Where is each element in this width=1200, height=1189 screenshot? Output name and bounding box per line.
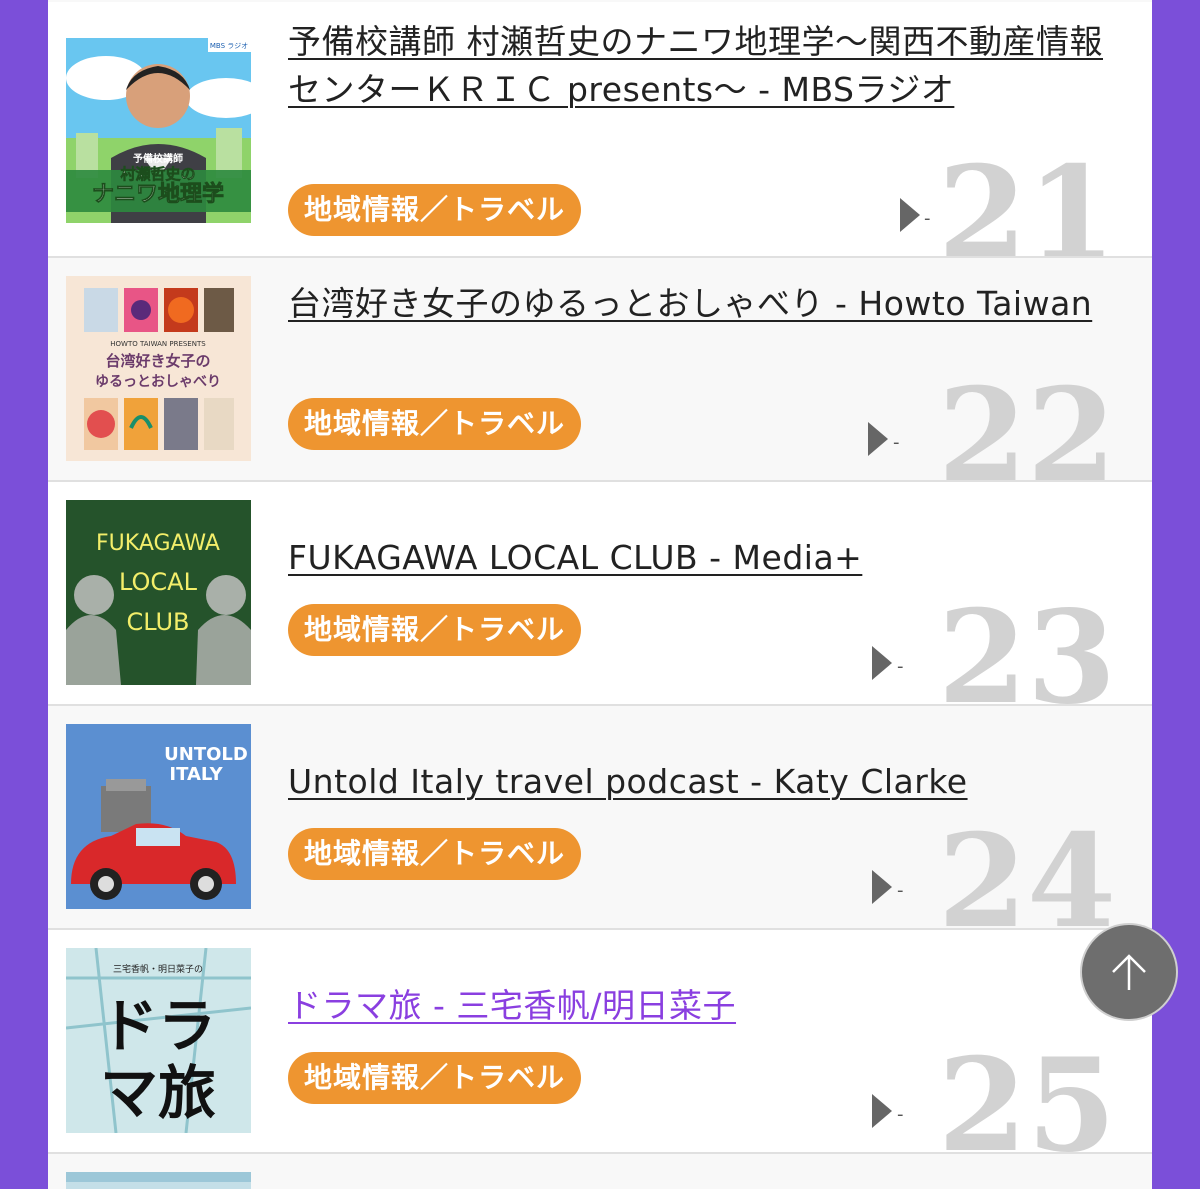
back-to-top-button[interactable] xyxy=(1080,923,1178,1021)
artwork-title-line1: 台湾好き女子の xyxy=(105,352,210,370)
duration-text: - xyxy=(924,208,931,229)
ranking-item-next[interactable] xyxy=(48,1154,1152,1189)
ranking-item-25[interactable]: 三宅香帆・明日菜子の ドラ マ旅 ドラマ旅 - 三宅香帆/明日菜子 地域情報／ト… xyxy=(48,930,1152,1154)
arrow-up-icon xyxy=(1112,954,1146,990)
duration-text: - xyxy=(897,656,904,677)
rank-number: 23 xyxy=(937,583,1116,706)
play-icon[interactable] xyxy=(872,870,892,904)
podcast-title-link[interactable]: Untold Italy travel podcast - Katy Clark… xyxy=(288,758,1122,806)
artwork-title-line2: ITALY xyxy=(169,764,223,785)
artwork-title-line2: LOCAL xyxy=(119,568,198,596)
podcast-title-link[interactable]: 予備校講師 村瀬哲史のナニワ地理学〜関西不動産情報センターＫＲＩＣ presen… xyxy=(288,18,1122,114)
artwork-small-text: 予備校講師 xyxy=(133,152,183,165)
ranking-list: 20 予備校講師 村瀬哲史の ナニワ地理学 MBS ラジオ xyxy=(48,0,1152,1189)
rank-number: 22 xyxy=(937,361,1116,482)
podcast-artwork[interactable]: 予備校講師 村瀬哲史の ナニワ地理学 MBS ラジオ xyxy=(66,38,251,223)
ranking-item-23[interactable]: FUKAGAWA LOCAL CLUB FUKAGAWA LOCAL CLUB … xyxy=(48,482,1152,706)
rank-number: 21 xyxy=(937,139,1116,258)
play-icon[interactable] xyxy=(872,646,892,680)
podcast-title-link[interactable]: ドラマ旅 - 三宅香帆/明日菜子 xyxy=(288,982,1122,1030)
podcast-artwork[interactable]: HOWTO TAIWAN PRESENTS 台湾好き女子の ゆるっとおしゃべり xyxy=(66,276,251,461)
artwork-badge: MBS ラジオ xyxy=(210,42,248,50)
category-tag[interactable]: 地域情報／トラベル xyxy=(288,184,582,236)
duration-text: - xyxy=(893,432,900,453)
podcast-artwork[interactable]: 三宅香帆・明日菜子の ドラ マ旅 xyxy=(66,948,251,1133)
artwork-title-line2: マ旅 xyxy=(100,1059,216,1127)
artwork-small-text: 三宅香帆・明日菜子の xyxy=(113,963,203,975)
artwork-title-line1: FUKAGAWA xyxy=(96,531,220,556)
artwork-title-line2: ゆるっとおしゃべり xyxy=(95,374,221,390)
podcast-artwork[interactable]: FUKAGAWA LOCAL CLUB xyxy=(66,500,251,685)
category-tag[interactable]: 地域情報／トラベル xyxy=(288,1052,582,1104)
artwork-title-line1: ドラ xyxy=(100,992,216,1060)
artwork-title-line3: CLUB xyxy=(127,608,190,636)
artwork-title-line1: 村瀬哲史の xyxy=(120,165,195,183)
artwork-title-line2: ナニワ地理学 xyxy=(92,181,224,207)
artwork-title-line1: UNTOLD xyxy=(164,744,248,765)
category-tag[interactable]: 地域情報／トラベル xyxy=(288,398,582,450)
category-tag[interactable]: 地域情報／トラベル xyxy=(288,828,582,880)
ranking-item-24[interactable]: UNTOLD ITALY Untold Italy travel podcast… xyxy=(48,706,1152,930)
play-icon[interactable] xyxy=(868,422,888,456)
duration-text: - xyxy=(897,880,904,901)
artwork-small-text: HOWTO TAIWAN PRESENTS xyxy=(110,340,206,348)
duration-text: - xyxy=(897,1104,904,1125)
ranking-item-22[interactable]: HOWTO TAIWAN PRESENTS 台湾好き女子の ゆるっとおしゃべり … xyxy=(48,258,1152,482)
podcast-artwork[interactable]: UNTOLD ITALY xyxy=(66,724,251,909)
ranking-item-21[interactable]: 予備校講師 村瀬哲史の ナニワ地理学 MBS ラジオ 予備校講師 村瀬哲史のナニ… xyxy=(48,2,1152,258)
play-icon[interactable] xyxy=(872,1094,892,1128)
podcast-title-link[interactable]: FUKAGAWA LOCAL CLUB - Media+ xyxy=(288,534,1122,582)
play-icon[interactable] xyxy=(900,198,920,232)
podcast-artwork[interactable] xyxy=(66,1172,251,1189)
rank-number: 24 xyxy=(937,807,1116,930)
podcast-title-link[interactable]: 台湾好き女子のゆるっとおしゃべり - Howto Taiwan xyxy=(288,280,1122,328)
category-tag[interactable]: 地域情報／トラベル xyxy=(288,604,582,656)
rank-number: 25 xyxy=(937,1031,1116,1154)
